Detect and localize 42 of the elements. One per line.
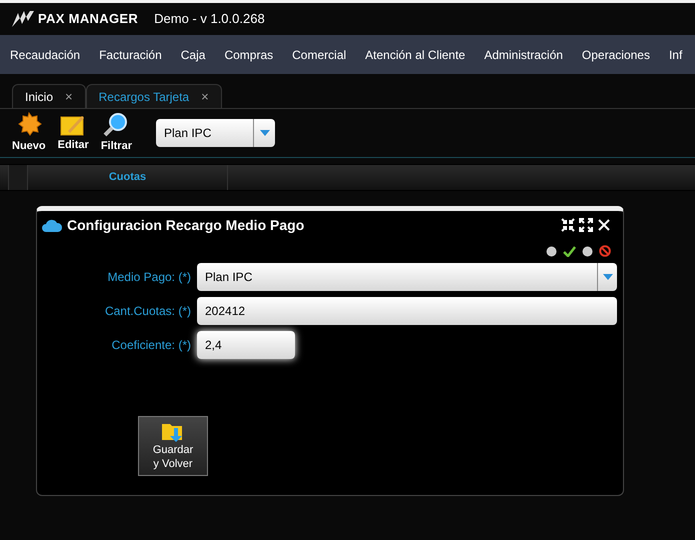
select-field[interactable]: Plan IPC — [197, 263, 617, 291]
dialog-title: Configuracion Recargo Medio Pago — [67, 216, 306, 235]
menu-item[interactable]: Inf — [668, 46, 682, 64]
brand-name: PAX MANAGER — [38, 10, 138, 28]
row-header-cell — [8, 165, 28, 190]
menu-item[interactable]: Atención al Cliente — [365, 46, 466, 64]
expand-icon[interactable] — [579, 218, 593, 232]
close-icon[interactable] — [597, 218, 611, 232]
caret-icon — [260, 130, 270, 136]
menu-item[interactable]: Operaciones — [582, 46, 650, 64]
search-icon — [103, 112, 130, 138]
save-return-button[interactable]: Guardar y Volver — [138, 416, 208, 476]
menu-item[interactable]: Comercial — [292, 46, 346, 64]
check-icon[interactable] — [563, 246, 576, 256]
input-field[interactable]: 2,4 — [197, 331, 295, 359]
menu-item[interactable]: Caja — [180, 46, 206, 64]
toolbar-button[interactable]: Filtrar — [100, 112, 132, 154]
logo-icon — [12, 11, 34, 27]
caret-icon — [602, 274, 612, 280]
dot-icon — [582, 246, 593, 256]
cancel-icon[interactable] — [599, 245, 611, 257]
input-field[interactable]: 202412 — [197, 297, 617, 325]
collapse-icon[interactable] — [561, 218, 575, 232]
burst-icon — [16, 112, 42, 138]
cloud-icon — [41, 218, 63, 232]
close-icon[interactable]: × — [201, 86, 209, 106]
menu-item[interactable]: Recaudación — [10, 46, 80, 64]
toolbar-button[interactable]: Editar — [58, 112, 89, 154]
menu-item[interactable]: Administración — [484, 46, 563, 64]
field-label: Cant.Cuotas: (*) — [104, 303, 192, 320]
app-version: Demo - v 1.0.0.268 — [154, 10, 265, 28]
tab[interactable]: Recargos Tarjeta × — [86, 84, 222, 108]
plan-select[interactable]: Plan IPC — [156, 119, 275, 147]
tab[interactable]: Inicio × — [12, 84, 86, 108]
field-label: Coeficiente: (*) — [110, 337, 192, 354]
toolbar-button[interactable]: Nuevo — [12, 112, 46, 154]
dot-icon — [546, 246, 557, 256]
menu-item[interactable]: Facturación — [99, 46, 162, 64]
close-icon[interactable]: × — [65, 86, 73, 106]
menu-item[interactable]: Compras — [224, 46, 274, 64]
field-label: Medio Pago: (*) — [106, 269, 192, 286]
folder-download-icon — [161, 421, 185, 443]
